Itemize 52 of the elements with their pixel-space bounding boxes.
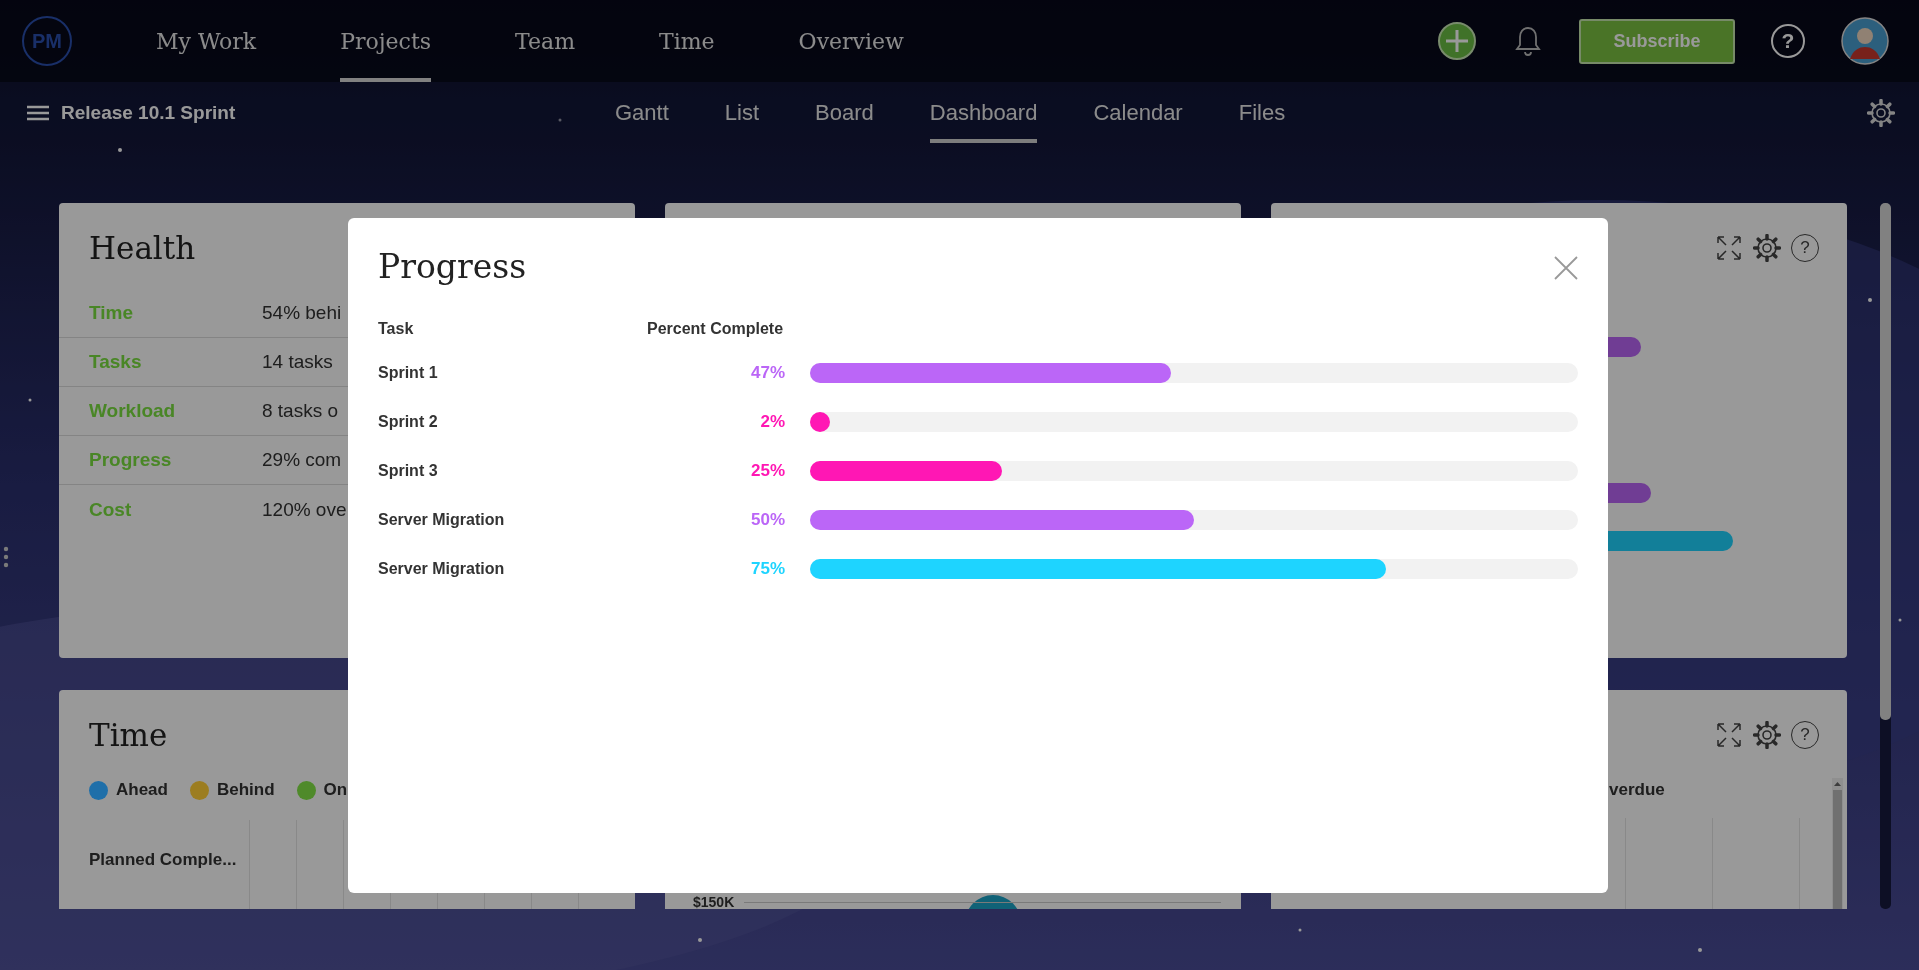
chart-bar (1608, 483, 1651, 503)
health-value: 14 tasks (262, 351, 333, 373)
task-name: Server Migration (378, 509, 506, 530)
legend-label: verdue (1609, 780, 1665, 800)
view-tab[interactable]: List (724, 82, 760, 143)
column-header: Task (378, 319, 415, 339)
expand-icon[interactable] (1715, 721, 1743, 749)
scrollbar[interactable] (1880, 203, 1891, 909)
health-label: Cost (89, 498, 133, 521)
view-tab[interactable]: Files (1238, 82, 1286, 143)
percent-value: 75% (749, 557, 785, 580)
axis-label: $150K (693, 895, 735, 909)
percent-value: 25% (749, 459, 785, 482)
health-value: 8 tasks o (262, 400, 339, 422)
settings-icon[interactable] (1753, 234, 1781, 262)
view-tab[interactable]: Gantt (615, 82, 669, 143)
bell-icon[interactable] (1513, 25, 1543, 57)
view-tab[interactable]: Board (815, 82, 874, 143)
close-icon[interactable] (1554, 256, 1578, 280)
legend-label: Behind (216, 780, 275, 800)
legend-label: On (323, 780, 348, 800)
percent-value: 2% (759, 410, 785, 433)
task-name: Sprint 3 (378, 460, 439, 481)
card-title: Time (88, 716, 169, 755)
help-button[interactable]: ? (1771, 24, 1805, 58)
expand-icon[interactable] (1715, 234, 1743, 262)
task-name: Server Migration (378, 558, 506, 579)
task-name: Sprint 2 (378, 411, 439, 432)
legend-label: Ahead (116, 780, 168, 800)
settings-icon[interactable] (1753, 721, 1781, 749)
add-icon[interactable] (1437, 21, 1477, 61)
avatar[interactable] (1841, 17, 1889, 65)
view-tab[interactable]: Dashboard (929, 82, 1038, 143)
scrollbar[interactable] (1832, 778, 1843, 909)
percent-value: 47% (749, 361, 785, 384)
row-label: Planned Comple... (88, 849, 238, 871)
percent-value: 50% (749, 508, 785, 531)
health-value: 54% behi (262, 302, 342, 324)
health-label: Time (89, 302, 134, 324)
column-header: Percent Complete (647, 319, 785, 339)
health-label: Tasks (89, 351, 143, 373)
menu-icon[interactable] (27, 104, 49, 121)
view-tab[interactable]: Calendar (1093, 82, 1183, 143)
dialog-title: Progress (378, 246, 527, 288)
health-label: Workload (89, 400, 177, 422)
health-value: 120% ove (262, 498, 347, 521)
project-name[interactable]: Release 10.1 Sprint (61, 101, 236, 124)
health-value: 29% com (262, 449, 342, 471)
task-name: Sprint 1 (378, 362, 439, 383)
chart-bar (1608, 337, 1641, 357)
drag-handle-icon[interactable] (3, 546, 9, 568)
health-label: Progress (89, 449, 173, 471)
